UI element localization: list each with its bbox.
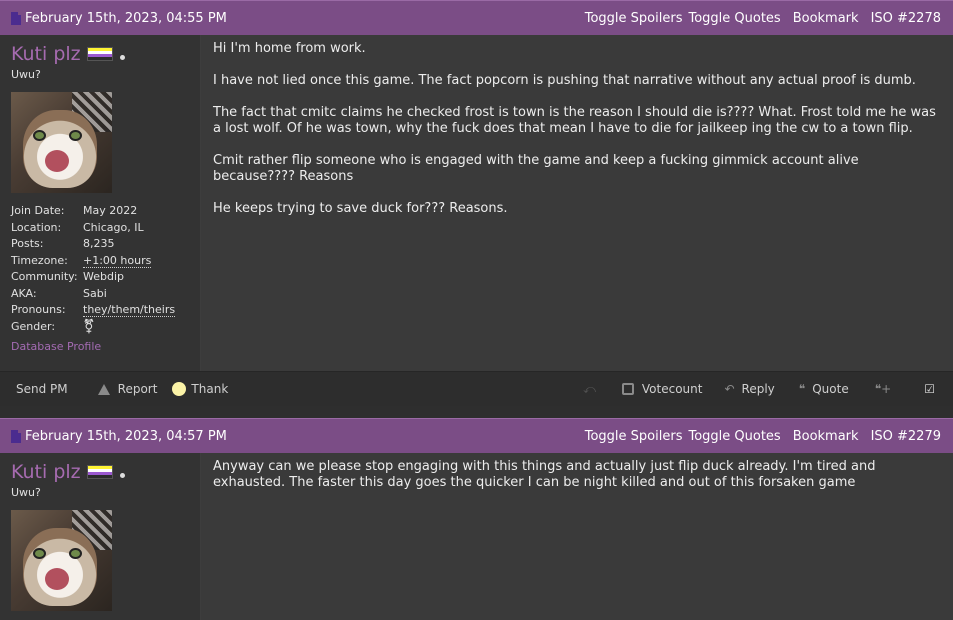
community-value: Webdip <box>83 270 125 283</box>
votecount-icon <box>621 383 634 395</box>
post-document-icon <box>11 11 21 25</box>
timezone-value: +1:00 hours <box>83 253 152 268</box>
bookmark-link[interactable]: Bookmark <box>793 11 859 26</box>
database-profile-link[interactable]: Database Profile <box>11 340 200 353</box>
avatar[interactable] <box>11 92 112 193</box>
post: February 15th, 2023, 04:57 PM Toggle Spo… <box>0 418 953 620</box>
reply-button[interactable]: ↶ Reply <box>724 382 774 396</box>
add-quote-button[interactable]: ❝+ <box>875 382 899 396</box>
post-message: Hi I'm home from work. I have not lied o… <box>201 35 953 371</box>
quote-icon: ❝ <box>798 382 806 396</box>
avatar[interactable] <box>11 510 112 611</box>
send-pm-button[interactable]: Send PM <box>16 382 68 396</box>
user-stats: Join Date: May 2022 Location: Chicago, I… <box>11 204 200 335</box>
post-header: February 15th, 2023, 04:55 PM Toggle Spo… <box>0 0 953 35</box>
post-date: February 15th, 2023, 04:57 PM <box>11 429 227 444</box>
multiquote-icon: ⤺ <box>583 381 596 396</box>
message-paragraph: He keeps trying to save duck for??? Reas… <box>213 201 508 216</box>
post-header: February 15th, 2023, 04:57 PM Toggle Spo… <box>0 418 953 453</box>
user-info-panel: Kuti plz Uwu? <box>0 453 201 620</box>
join-date-value: May 2022 <box>83 204 138 217</box>
message-paragraph: Cmit rather flip someone who is engaged … <box>213 153 859 184</box>
online-status-icon <box>119 54 125 60</box>
username-link[interactable]: Kuti plz <box>11 461 81 483</box>
pronouns-value: they/them/theirs <box>83 303 176 317</box>
location-value: Chicago, IL <box>83 220 144 234</box>
user-title: Uwu? <box>11 486 41 499</box>
thank-icon <box>172 382 187 396</box>
nonbinary-flag-icon <box>86 47 113 61</box>
toggle-quotes-link[interactable]: Toggle Quotes <box>688 11 780 26</box>
thank-button[interactable]: Thank <box>172 382 228 396</box>
message-paragraph: I have not lied once this game. The fact… <box>213 73 916 88</box>
timezone-label: Timezone: <box>11 253 68 267</box>
posts-label: Posts: <box>11 237 44 250</box>
quote-plus-icon: ❝+ <box>874 382 892 396</box>
location-label: Location: <box>11 220 62 234</box>
reply-icon: ↶ <box>724 382 735 396</box>
gender-label: Gender: <box>11 319 56 333</box>
community-label: Community: <box>11 270 78 283</box>
pronouns-label: Pronouns: <box>11 303 66 316</box>
post-document-icon <box>11 429 21 443</box>
toggle-spoilers-link[interactable]: Toggle Spoilers <box>585 11 683 26</box>
online-status-icon <box>119 472 125 478</box>
post-date: February 15th, 2023, 04:55 PM <box>11 11 227 26</box>
aka-value: Sabi <box>83 286 107 300</box>
checkbox-icon: ☑ <box>924 382 935 396</box>
select-post-checkbox[interactable]: ☑ <box>924 382 935 396</box>
bookmark-link[interactable]: Bookmark <box>793 429 859 444</box>
multiquote-button[interactable]: ⤺ <box>583 382 596 397</box>
aka-label: AKA: <box>11 286 37 300</box>
warning-icon <box>97 383 110 395</box>
toggle-spoilers-link[interactable]: Toggle Spoilers <box>585 429 683 444</box>
post-message: Anyway can we please stop engaging with … <box>201 453 953 620</box>
nonbinary-flag-icon <box>86 465 113 479</box>
gender-icon: ⚧ <box>83 318 95 335</box>
iso-link[interactable]: ISO #2278 <box>871 11 941 26</box>
posts-value: 8,235 <box>83 237 115 250</box>
user-info-panel: Kuti plz Uwu? Join Date: May 2022 Locati… <box>0 35 201 371</box>
message-paragraph: The fact that cmitc claims he checked fr… <box>213 105 936 136</box>
toggle-quotes-link[interactable]: Toggle Quotes <box>688 429 780 444</box>
username-link[interactable]: Kuti plz <box>11 43 81 65</box>
report-button[interactable]: Report <box>97 382 157 396</box>
message-paragraph: Anyway can we please stop engaging with … <box>213 459 876 490</box>
join-date-label: Join Date: <box>11 204 65 217</box>
user-title: Uwu? <box>11 68 41 81</box>
votecount-button[interactable]: Votecount <box>621 382 702 396</box>
post: February 15th, 2023, 04:55 PM Toggle Spo… <box>0 0 953 407</box>
iso-link[interactable]: ISO #2279 <box>871 429 941 444</box>
message-paragraph: Hi I'm home from work. <box>213 41 366 56</box>
quote-button[interactable]: ❝ Quote <box>799 382 849 396</box>
post-footer: Send PM Report Thank ⤺ Votecount ↶ Reply… <box>0 371 953 406</box>
